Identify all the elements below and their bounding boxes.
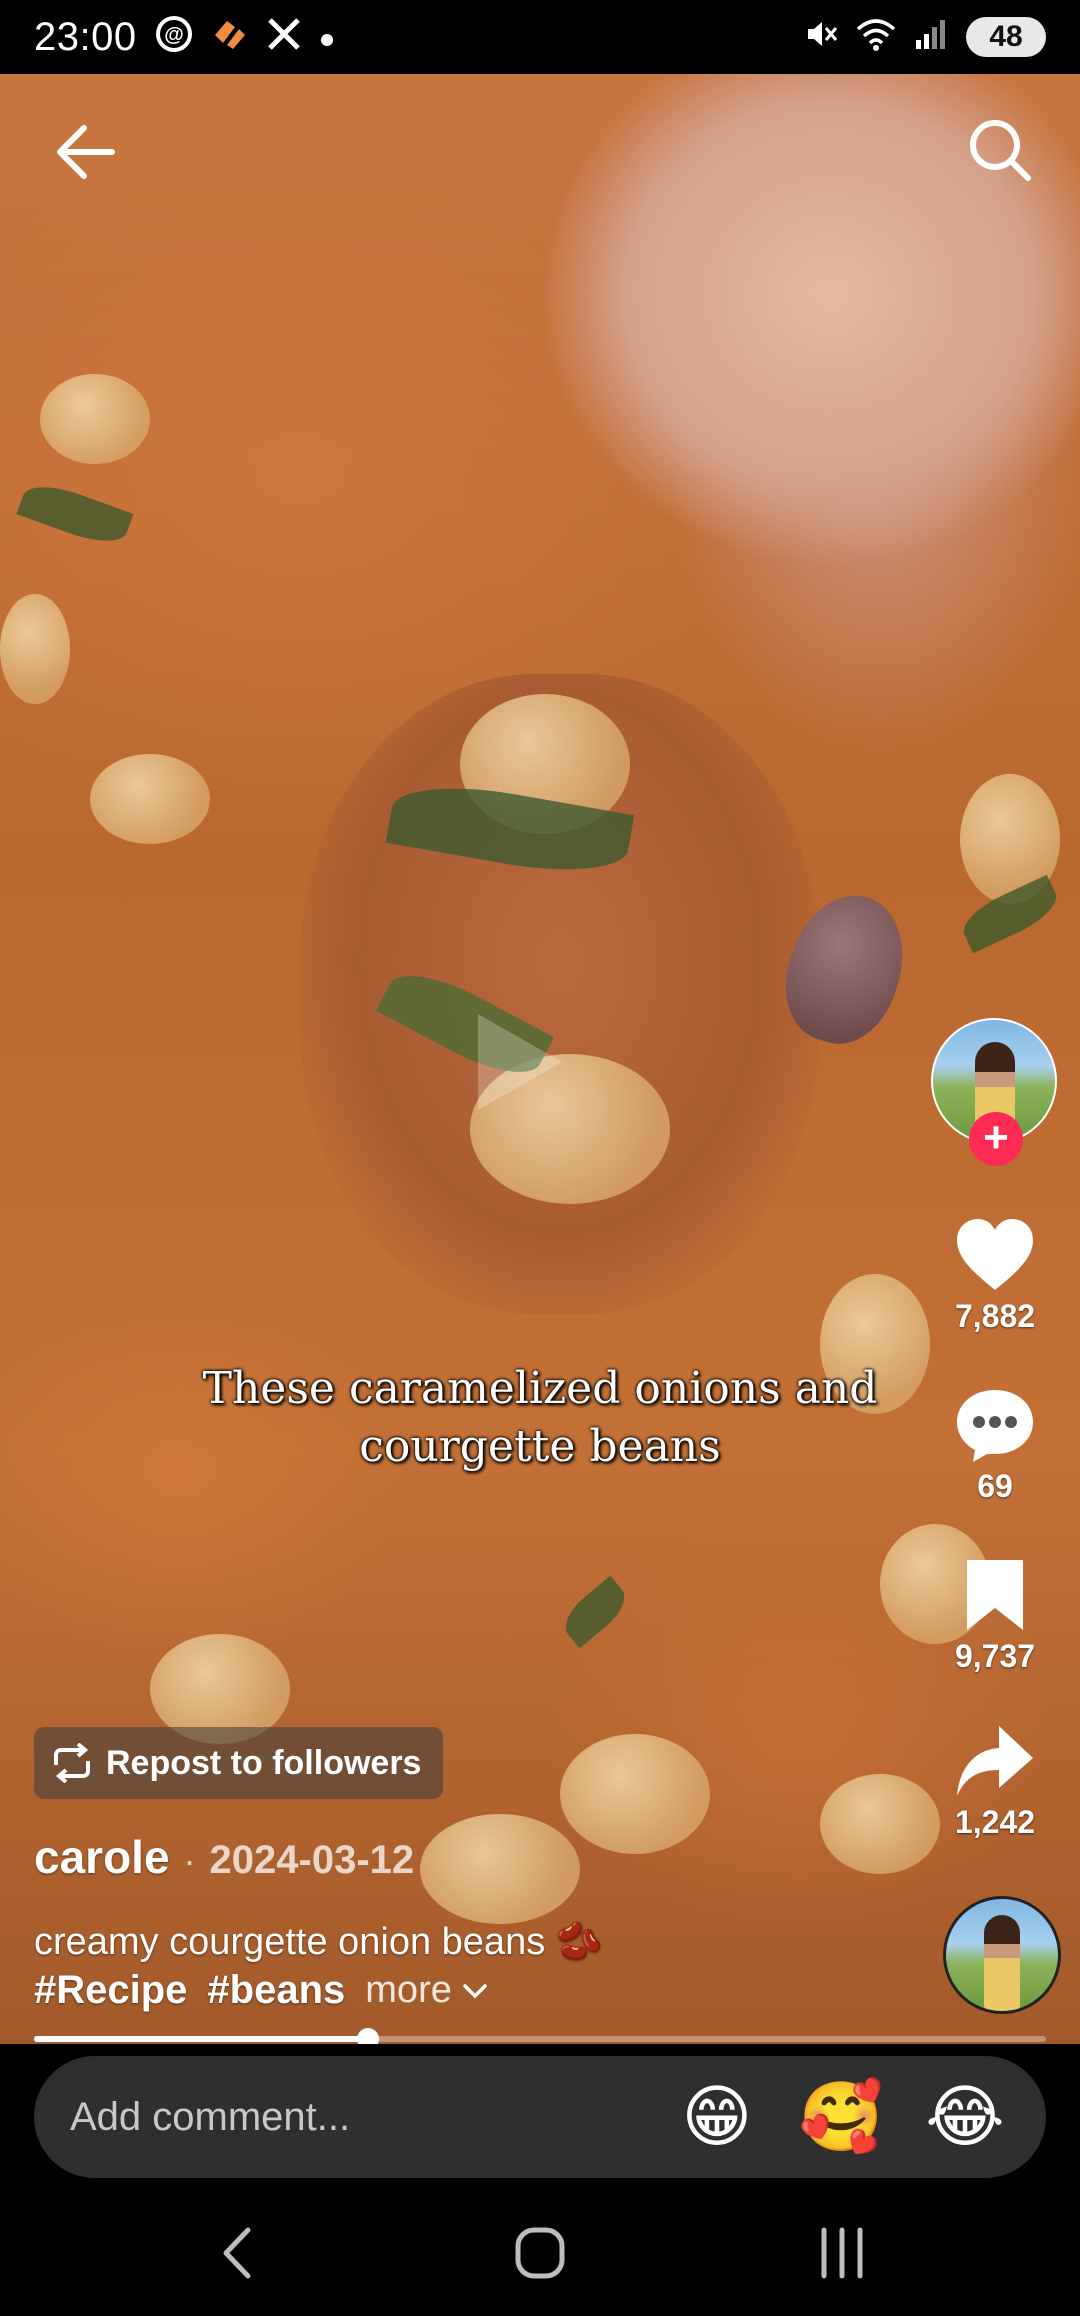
comment-button[interactable]: 69 xyxy=(930,1386,1060,1505)
hashtag-row: #Recipe #beans more xyxy=(34,1968,488,2013)
repost-button[interactable]: Repost to followers xyxy=(34,1727,444,1799)
hashtag-recipe[interactable]: #Recipe xyxy=(34,1968,187,2013)
separator: · xyxy=(183,1840,196,1881)
like-button[interactable]: 7,882 xyxy=(930,1216,1060,1335)
food-detail xyxy=(820,1774,940,1874)
hashtag-beans[interactable]: #beans xyxy=(207,1968,345,2013)
comment-count: 69 xyxy=(977,1468,1013,1504)
repost-icon xyxy=(54,1743,90,1783)
nav-home-icon xyxy=(515,2227,565,2279)
threads-icon: @ xyxy=(155,15,193,59)
creator-avatar[interactable]: + xyxy=(931,1018,1057,1166)
dot-icon xyxy=(319,20,335,54)
post-description: creamy courgette onion beans 🫘 xyxy=(34,1921,604,1963)
nav-recents-icon xyxy=(821,2227,863,2279)
nav-back-button[interactable] xyxy=(198,2218,278,2288)
share-arrow-icon xyxy=(957,1726,1033,1796)
signal-icon xyxy=(914,18,948,56)
bookmark-icon xyxy=(967,1560,1023,1630)
status-time: 23:00 xyxy=(34,14,137,59)
save-button[interactable]: 9,737 xyxy=(930,1556,1060,1675)
food-detail xyxy=(420,1814,580,1924)
repost-label: Repost to followers xyxy=(106,1743,422,1782)
emoji-laugh-button[interactable]: 😂 xyxy=(920,2078,1010,2157)
play-icon xyxy=(478,1014,562,1110)
sound-disc[interactable] xyxy=(943,1896,1061,2014)
x-icon xyxy=(267,17,301,57)
heart-icon xyxy=(957,1219,1033,1290)
comment-input[interactable]: Add comment... 😁 🥰 😂 xyxy=(34,2056,1046,2178)
back-button[interactable] xyxy=(52,118,120,186)
nav-back-icon xyxy=(223,2227,251,2279)
nav-recents-button[interactable] xyxy=(802,2218,882,2288)
video-caption-overlay: These caramelized onions and courgette b… xyxy=(140,1360,940,1476)
search-button[interactable] xyxy=(966,116,1034,184)
share-button[interactable]: 1,242 xyxy=(930,1722,1060,1841)
mute-icon xyxy=(802,16,838,58)
post-date: 2024-03-12 xyxy=(209,1838,415,1882)
food-detail xyxy=(16,476,134,552)
comment-placeholder: Add comment... xyxy=(70,2094,351,2139)
video-progress-bar[interactable] xyxy=(34,2028,1046,2050)
author-row: carole · 2024-03-12 xyxy=(34,1830,414,1884)
system-nav-bar xyxy=(0,2184,1080,2316)
back-arrow-icon xyxy=(57,125,115,179)
food-detail xyxy=(90,754,210,844)
username[interactable]: carole xyxy=(34,1830,170,1884)
like-count: 7,882 xyxy=(954,1298,1036,1334)
caption-line-1: These caramelized onions and xyxy=(202,1363,878,1414)
more-label: more xyxy=(365,1969,452,2011)
battery-indicator: 48 xyxy=(966,17,1046,57)
save-count: 9,737 xyxy=(954,1638,1036,1674)
chevron-down-icon xyxy=(463,1983,487,1998)
search-icon xyxy=(970,120,1031,181)
app-icon xyxy=(211,17,249,57)
emoji-hearts-button[interactable]: 🥰 xyxy=(796,2077,886,2157)
svg-text:@: @ xyxy=(164,24,184,46)
food-detail xyxy=(556,1575,634,1649)
caption-line-2: courgette beans xyxy=(359,1421,721,1472)
progress-fill xyxy=(34,2036,368,2042)
more-button[interactable]: more xyxy=(365,1969,488,2012)
food-detail xyxy=(560,1734,710,1854)
food-detail xyxy=(40,374,150,464)
food-detail xyxy=(0,594,70,704)
share-count: 1,242 xyxy=(954,1804,1036,1840)
nav-home-button[interactable] xyxy=(500,2218,580,2288)
emoji-grin-button[interactable]: 😁 xyxy=(672,2078,762,2157)
status-bar: 23:00 @ 48 xyxy=(0,0,1080,74)
comment-bubble-icon xyxy=(957,1390,1033,1462)
follow-plus-button[interactable]: + xyxy=(969,1112,1023,1166)
comment-bar: Add comment... 😁 🥰 😂 xyxy=(0,2044,1080,2184)
wifi-icon xyxy=(856,17,896,57)
